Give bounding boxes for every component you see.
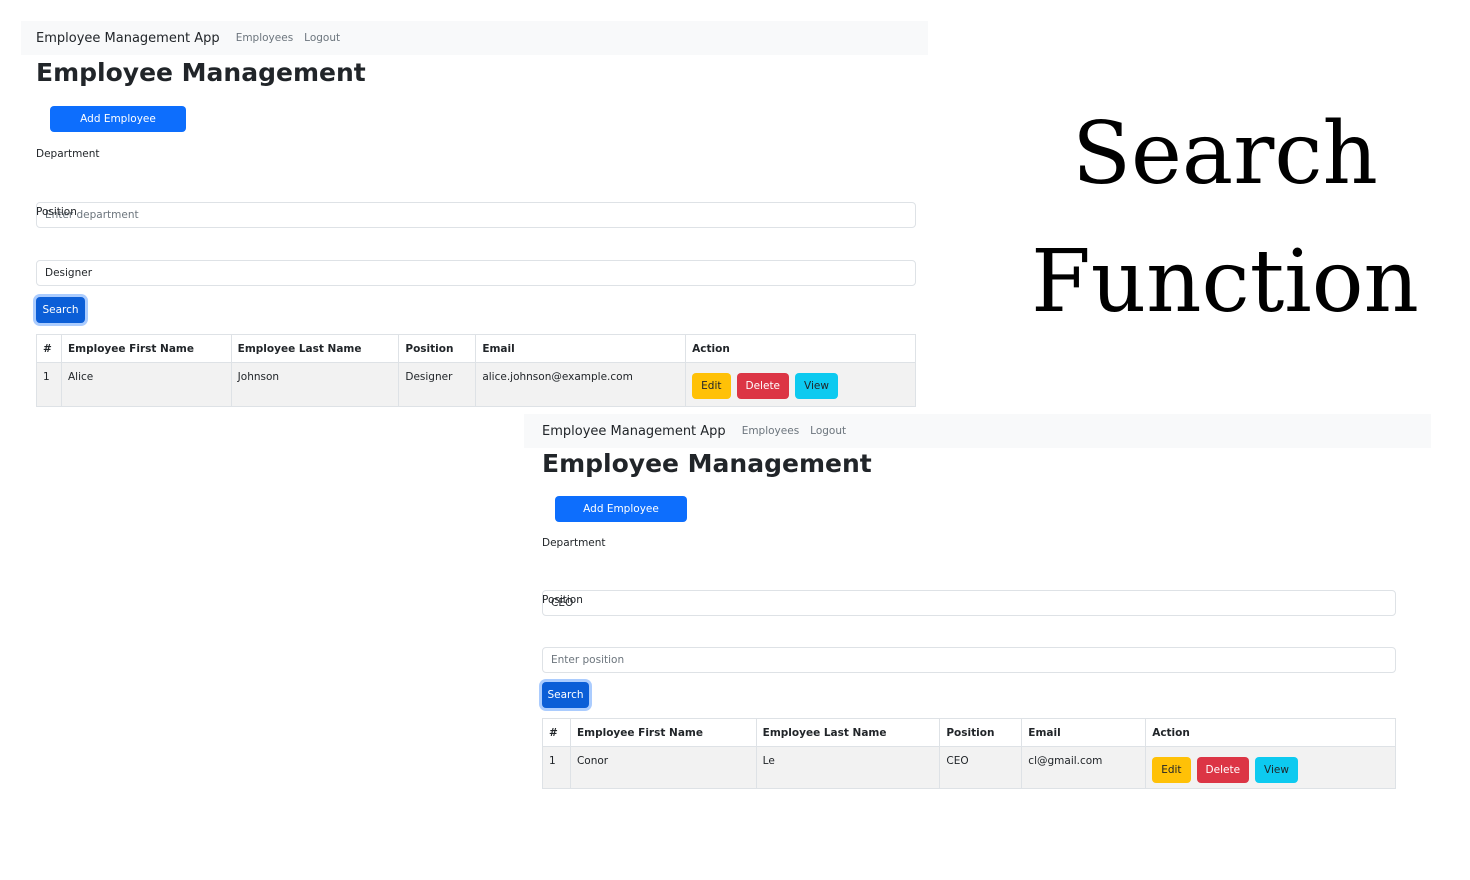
department-label: Department [36, 148, 100, 160]
cell-first-name: Alice [60, 362, 232, 407]
cell-number: 1 [542, 746, 571, 789]
cell-email: cl@gmail.com [1021, 746, 1147, 789]
page-title: Employee Management [36, 58, 366, 87]
heading-line-2: Function [1031, 232, 1419, 332]
table-header-row: # Employee First Name Employee Last Name… [36, 334, 916, 363]
view-button[interactable]: View [795, 373, 838, 399]
cell-last-name: Le [755, 746, 941, 789]
cell-position: CEO [939, 746, 1023, 789]
view-button[interactable]: View [1255, 757, 1298, 783]
column-header-email: Email [1021, 718, 1147, 747]
cell-first-name: Conor [569, 746, 757, 789]
delete-button[interactable]: Delete [736, 373, 790, 399]
column-header-action: Action [1145, 718, 1396, 747]
table-header-row: # Employee First Name Employee Last Name… [542, 718, 1396, 747]
department-label: Department [542, 537, 606, 549]
edit-button[interactable]: Edit [692, 373, 731, 399]
cell-actions: Edit Delete View [1145, 746, 1396, 789]
delete-button[interactable]: Delete [1196, 757, 1250, 783]
position-label: Position [36, 206, 77, 218]
department-input[interactable] [36, 202, 916, 228]
column-header-position: Position [939, 718, 1023, 747]
cell-last-name: Johnson [230, 362, 400, 407]
employee-table: # Employee First Name Employee Last Name… [36, 334, 916, 407]
navbar: Employee Management App Employees Logout [21, 21, 928, 55]
nav-link-employees[interactable]: Employees [236, 32, 293, 44]
screenshot-panel-1: Employee Management App Employees Logout… [21, 21, 928, 407]
column-header-first-name: Employee First Name [60, 334, 232, 363]
column-header-position: Position [398, 334, 477, 363]
table-row: 1 Alice Johnson Designer alice.johnson@e… [36, 362, 916, 407]
nav-link-employees[interactable]: Employees [742, 425, 799, 437]
navbar: Employee Management App Employees Logout [524, 414, 1431, 448]
column-header-number: # [542, 718, 571, 747]
cell-number: 1 [36, 362, 62, 407]
position-label: Position [542, 594, 583, 606]
employee-table: # Employee First Name Employee Last Name… [542, 718, 1396, 789]
column-header-action: Action [685, 334, 916, 363]
cell-email: alice.johnson@example.com [475, 362, 687, 407]
cell-position: Designer [398, 362, 477, 407]
table-row: 1 Conor Le CEO cl@gmail.com Edit Delete … [542, 746, 1396, 789]
screenshot-panel-2: Employee Management App Employees Logout… [524, 414, 1431, 789]
position-input[interactable] [542, 647, 1396, 673]
department-input[interactable] [542, 590, 1396, 616]
column-header-first-name: Employee First Name [569, 718, 757, 747]
navbar-brand[interactable]: Employee Management App [542, 424, 726, 439]
nav-link-logout[interactable]: Logout [304, 32, 340, 44]
navbar-brand[interactable]: Employee Management App [36, 31, 220, 46]
search-function-heading: Search Function [985, 90, 1465, 346]
column-header-last-name: Employee Last Name [755, 718, 941, 747]
heading-line-1: Search [1072, 104, 1378, 204]
column-header-last-name: Employee Last Name [230, 334, 400, 363]
add-employee-button[interactable]: Add Employee [50, 106, 186, 132]
add-employee-button[interactable]: Add Employee [555, 496, 687, 522]
nav-link-logout[interactable]: Logout [810, 425, 846, 437]
edit-button[interactable]: Edit [1152, 757, 1191, 783]
page-title: Employee Management [542, 449, 872, 478]
search-button[interactable]: Search [542, 682, 589, 708]
column-header-email: Email [475, 334, 687, 363]
position-input[interactable] [36, 260, 916, 286]
cell-actions: Edit Delete View [685, 362, 916, 407]
column-header-number: # [36, 334, 62, 363]
search-button[interactable]: Search [36, 297, 85, 323]
